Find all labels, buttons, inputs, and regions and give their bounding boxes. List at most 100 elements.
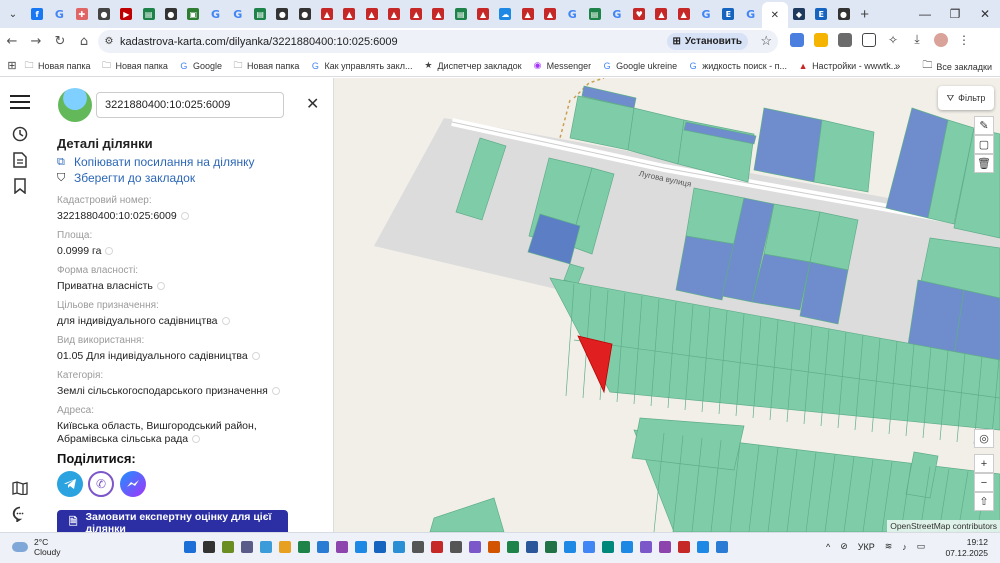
parcel[interactable] xyxy=(753,107,823,183)
all-bookmarks[interactable]: » 🗀 Все закладки xyxy=(895,58,992,75)
bookmark-star-icon[interactable]: ☆ xyxy=(760,33,772,49)
taskbar-app-icon[interactable] xyxy=(374,541,386,553)
browser-tab[interactable]: G xyxy=(740,3,762,25)
copy-value-icon[interactable] xyxy=(271,387,280,396)
bookmark-icon[interactable] xyxy=(10,176,30,196)
taskbar-app-icon[interactable] xyxy=(298,541,310,553)
copy-value-icon[interactable] xyxy=(180,212,189,221)
browser-tab[interactable]: ● xyxy=(294,3,316,25)
taskbar-app-icon[interactable] xyxy=(241,541,253,553)
taskbar-app-icon[interactable] xyxy=(564,541,576,553)
zoom-in-button[interactable]: + xyxy=(974,454,994,473)
taskbar-app-icon[interactable] xyxy=(621,541,633,553)
taskbar-app-icon[interactable] xyxy=(203,541,215,553)
browser-tab[interactable]: ▲ xyxy=(360,3,382,25)
browser-tab[interactable]: ◆ xyxy=(788,3,810,25)
reload-icon[interactable]: ↻ xyxy=(48,34,72,49)
home-icon[interactable]: ⌂ xyxy=(72,34,96,49)
maximize-icon[interactable]: ❐ xyxy=(940,0,970,28)
browser-tab[interactable]: ▶ xyxy=(115,3,137,25)
document-icon[interactable] xyxy=(10,150,30,170)
messenger-share-button[interactable] xyxy=(120,471,146,497)
bookmark-item[interactable]: 🗀 Новая папка xyxy=(233,60,299,71)
browser-tab[interactable]: G xyxy=(204,3,226,25)
tray-chevron-icon[interactable]: ^ xyxy=(826,542,830,552)
taskbar-app-icon[interactable] xyxy=(583,541,595,553)
forward-icon[interactable]: → xyxy=(24,34,48,49)
site-info-icon[interactable]: ⚙ xyxy=(98,36,120,47)
close-panel-icon[interactable]: ✕ xyxy=(306,94,319,114)
extension-icon[interactable] xyxy=(838,32,852,47)
bookmark-item[interactable]: ▲ Настройки - wwwtk... xyxy=(798,61,899,71)
taskbar-app-icon[interactable] xyxy=(317,541,329,553)
map-attribution[interactable]: OpenStreetMap contributors xyxy=(887,520,1000,532)
browser-tab[interactable]: G xyxy=(227,3,249,25)
browser-tab[interactable]: G xyxy=(48,3,70,25)
new-tab-icon[interactable]: + xyxy=(855,6,875,23)
parcel[interactable] xyxy=(813,119,875,193)
taskbar-app-icon[interactable] xyxy=(545,541,557,553)
wifi-icon[interactable]: ≋ xyxy=(885,541,893,552)
order-appraisal-button[interactable]: 🗎 Замовити експертну оцінку для цієї діл… xyxy=(57,510,288,532)
address-bar[interactable]: ⚙ kadastrova-karta.com/dilyanka/32218804… xyxy=(98,30,778,53)
browser-tab[interactable]: ▤ xyxy=(450,3,472,25)
bookmark-item[interactable]: G Как управлять закл... xyxy=(310,61,413,71)
site-logo[interactable] xyxy=(58,88,92,122)
telegram-share-button[interactable] xyxy=(57,471,83,497)
browser-tab[interactable]: G xyxy=(606,3,628,25)
taskbar-app-icon[interactable] xyxy=(260,541,272,553)
taskbar-app-icon[interactable] xyxy=(526,541,538,553)
download-icon[interactable]: ⤓ xyxy=(910,32,924,47)
taskbar-app-icon[interactable] xyxy=(450,541,462,553)
browser-tab[interactable]: ▤ xyxy=(137,3,159,25)
browser-tab[interactable]: E xyxy=(717,3,739,25)
taskbar-app-icon[interactable] xyxy=(279,541,291,553)
draw-line-button[interactable]: ✎ xyxy=(974,116,994,135)
delete-button[interactable]: 🗑 xyxy=(974,154,994,173)
draw-polygon-button[interactable]: ▢ xyxy=(974,135,994,154)
bookmark-item[interactable]: ★ Диспетчер закладок xyxy=(423,60,521,71)
taskbar-app-icon[interactable] xyxy=(412,541,424,553)
taskbar-app-icon[interactable] xyxy=(393,541,405,553)
browser-tab[interactable]: f xyxy=(26,3,48,25)
taskbar-app-icon[interactable] xyxy=(336,541,348,553)
browser-tab[interactable]: ▲ xyxy=(316,3,338,25)
copy-value-icon[interactable] xyxy=(221,317,230,326)
taskbar-app-icon[interactable] xyxy=(678,541,690,553)
history-icon[interactable] xyxy=(10,124,30,144)
zoom-out-button[interactable]: − xyxy=(974,473,994,492)
browser-tab[interactable]: ▲ xyxy=(472,3,494,25)
taskbar-app-icon[interactable] xyxy=(716,541,728,553)
bookmark-item[interactable]: 🗀 Новая папка xyxy=(24,60,90,71)
volume-icon[interactable]: ♪ xyxy=(902,542,907,552)
back-icon[interactable]: ← xyxy=(0,34,24,49)
battery-icon[interactable]: ▭ xyxy=(917,541,926,552)
browser-tab[interactable]: ● xyxy=(160,3,182,25)
locate-button[interactable]: ◎ xyxy=(974,429,994,448)
browser-tab[interactable]: G xyxy=(695,3,717,25)
browser-tab[interactable]: ▤ xyxy=(583,3,605,25)
browser-tab[interactable]: ▤ xyxy=(249,3,271,25)
install-button[interactable]: ⊞ Установить xyxy=(666,33,748,50)
bookmark-item[interactable]: ◉ Messenger xyxy=(533,60,591,71)
taskbar-app-icon[interactable] xyxy=(602,541,614,553)
map-canvas[interactable] xyxy=(334,78,1000,532)
weather-widget[interactable]: 2°C Cloudy xyxy=(12,537,60,557)
address-url[interactable]: kadastrova-karta.com/dilyanka/3221880400… xyxy=(120,36,398,48)
browser-tab[interactable]: ▲ xyxy=(427,3,449,25)
clock[interactable]: 19:12 07.12.2025 xyxy=(945,537,988,559)
cadastral-map[interactable]: Лугова вулиця ⛛ Фільтр ✎ ▢ 🗑 ◎ + − ⇧ Ope… xyxy=(334,78,1000,532)
network-off-icon[interactable]: ⊘ xyxy=(840,541,848,552)
browser-tab[interactable]: ♥ xyxy=(628,3,650,25)
copy-link-button[interactable]: ⧉ Копіювати посилання на ділянку xyxy=(57,155,254,169)
browser-tab[interactable]: ▲ xyxy=(517,3,539,25)
close-window-icon[interactable]: ✕ xyxy=(970,0,1000,28)
apps-grid-icon[interactable]: ⊞ xyxy=(0,59,24,72)
taskbar-app-icon[interactable] xyxy=(488,541,500,553)
more-bookmarks-icon[interactable]: » xyxy=(895,61,901,72)
tab-search-icon[interactable]: ⌄ xyxy=(0,0,26,28)
copy-value-icon[interactable] xyxy=(251,352,260,361)
bookmark-item[interactable]: G Google ukreine xyxy=(602,61,678,71)
browser-tab[interactable]: ▲ xyxy=(539,3,561,25)
browser-tab[interactable]: E xyxy=(810,3,832,25)
